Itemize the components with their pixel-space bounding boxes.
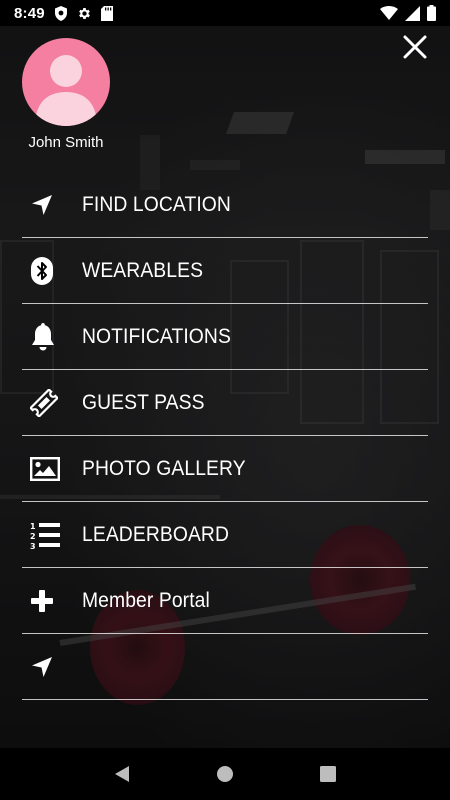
menu-item-leaderboard[interactable]: 1 2 3 LEADERBOARD	[22, 502, 428, 568]
menu-item-label: FIND LOCATION	[82, 192, 231, 216]
back-button[interactable]	[102, 754, 142, 794]
menu-item-find-location[interactable]: FIND LOCATION	[22, 172, 428, 238]
location-arrow-icon	[22, 652, 66, 682]
back-icon	[114, 766, 129, 782]
status-time: 8:49	[14, 4, 45, 22]
bluetooth-icon	[22, 256, 66, 286]
menu-item-notifications[interactable]: NOTIFICATIONS	[22, 304, 428, 370]
menu-item-label: PHOTO GALLERY	[82, 456, 246, 480]
sd-card-icon	[100, 5, 113, 21]
menu-item-location[interactable]	[22, 634, 428, 700]
menu-item-label: LEADERBOARD	[82, 522, 230, 546]
menu-item-label: GUEST PASS	[82, 390, 205, 414]
battery-icon	[427, 5, 436, 21]
menu-item-label: Member Portal	[82, 588, 210, 612]
svg-text:1: 1	[30, 522, 36, 531]
image-icon	[22, 454, 66, 484]
recents-button[interactable]	[308, 754, 348, 794]
menu-item-wearables[interactable]: WEARABLES	[22, 238, 428, 304]
menu-item-member-portal[interactable]: Member Portal	[22, 568, 428, 634]
svg-text:3: 3	[30, 542, 36, 549]
shield-icon	[54, 5, 68, 21]
user-name: John Smith	[28, 134, 104, 151]
menu-item-guest-pass[interactable]: GUEST PASS	[22, 370, 428, 436]
avatar[interactable]	[22, 38, 110, 126]
cellular-signal-icon	[405, 5, 420, 21]
svg-text:2: 2	[30, 532, 36, 541]
user-avatar-icon	[35, 55, 97, 126]
plus-icon	[22, 586, 66, 616]
recents-icon	[320, 766, 337, 782]
side-menu: FIND LOCATION WEARABLES NOTIFICATIONS GU…	[22, 172, 428, 700]
menu-item-label: NOTIFICATIONS	[82, 324, 231, 348]
home-icon	[216, 766, 233, 782]
location-arrow-icon	[22, 190, 66, 220]
close-icon	[403, 35, 427, 59]
menu-item-photo-gallery[interactable]: PHOTO GALLERY	[22, 436, 428, 502]
status-bar: 8:49	[0, 0, 450, 26]
ticket-icon	[22, 388, 66, 418]
gear-icon	[77, 6, 92, 21]
numbered-list-icon: 1 2 3	[22, 520, 66, 550]
bell-icon	[22, 322, 66, 352]
close-button[interactable]	[402, 34, 428, 60]
system-nav-bar	[0, 748, 450, 800]
menu-item-label: WEARABLES	[82, 258, 204, 282]
home-button[interactable]	[205, 754, 245, 794]
wifi-icon	[380, 6, 398, 20]
app-screen: 8:49 John Smith FIND LOCATION WEARABLES …	[0, 0, 450, 800]
